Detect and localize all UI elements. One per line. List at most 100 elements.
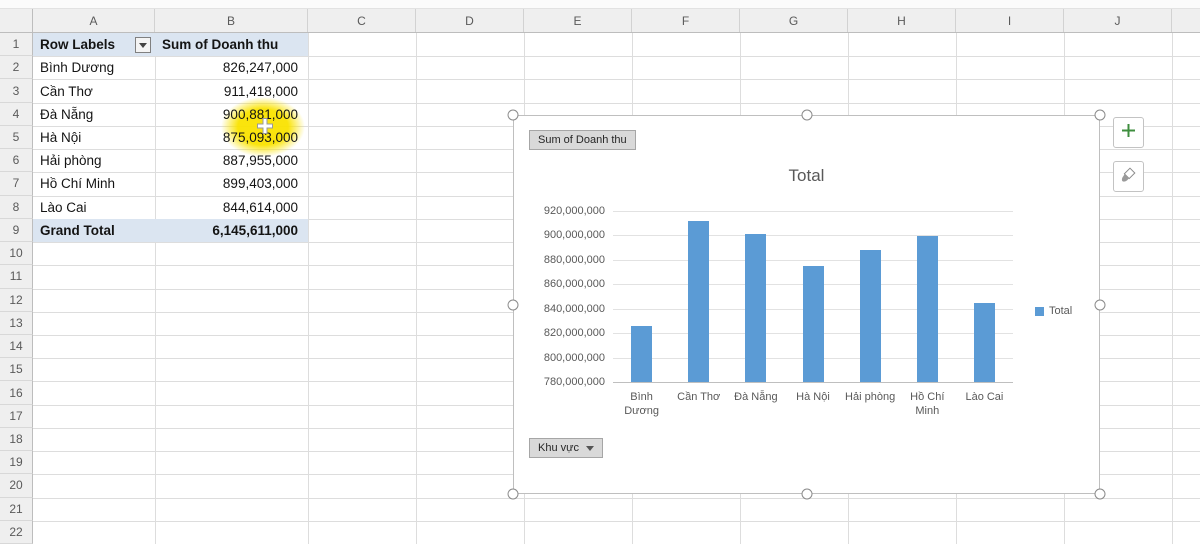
row-header-15[interactable]: 15 — [0, 358, 33, 382]
chart-gridline — [613, 211, 1013, 212]
cell-B3[interactable]: 911,418,000 — [155, 79, 308, 102]
cell-B1-values-header[interactable]: Sum of Doanh thu — [155, 33, 308, 56]
row-labels-filter-button[interactable] — [135, 37, 151, 53]
value-field-label: Sum of Doanh thu — [538, 134, 627, 146]
cell-B8[interactable]: 844,614,000 — [155, 196, 308, 219]
chart-styles-button[interactable] — [1113, 161, 1144, 192]
cell-A2[interactable]: Bình Dương — [33, 56, 155, 79]
selection-handle[interactable] — [1094, 488, 1106, 500]
select-all-corner[interactable] — [0, 9, 33, 32]
row-header-1[interactable]: 1 — [0, 33, 33, 57]
row-header-19[interactable]: 19 — [0, 451, 33, 475]
cell-A3[interactable]: Cần Thơ — [33, 79, 155, 102]
selection-handle[interactable] — [801, 109, 812, 121]
row-header-5[interactable]: 5 — [0, 125, 33, 150]
row-header-18[interactable]: 18 — [0, 427, 33, 452]
cell-B4[interactable]: 900,881,000 — [155, 103, 308, 126]
row-header-2[interactable]: 2 — [0, 56, 33, 80]
excel-worksheet: ABCDEFGHIJ Sum of Doanh thu Total Total … — [0, 0, 1200, 544]
cell-A9-grand-total[interactable]: Grand Total — [33, 219, 155, 242]
row-header-4[interactable]: 4 — [0, 102, 33, 126]
cell-B6[interactable]: 887,955,000 — [155, 149, 308, 172]
gridline — [308, 33, 309, 544]
bar-Hồ Chí Minh[interactable] — [916, 236, 938, 382]
cell-A4[interactable]: Đà Nẵng — [33, 103, 155, 126]
column-header-F[interactable]: F — [632, 9, 740, 32]
column-header-E[interactable]: E — [524, 9, 632, 32]
plus-icon — [1120, 122, 1137, 144]
filter-arrow-icon — [139, 42, 147, 48]
selection-handle[interactable] — [1094, 299, 1106, 310]
selection-handle[interactable] — [507, 299, 519, 310]
x-axis-label: Hồ Chí Minh — [910, 391, 945, 418]
cell-cursor-icon — [256, 117, 274, 140]
pivot-chart[interactable]: Sum of Doanh thu Total Total Khu vực 780… — [513, 115, 1100, 494]
chart-gridline — [613, 382, 1013, 383]
row-header-20[interactable]: 20 — [0, 474, 33, 498]
x-axis-label: Đà Nẵng — [734, 391, 778, 403]
row-header-12[interactable]: 12 — [0, 288, 33, 312]
dropdown-arrow-icon — [586, 445, 594, 451]
paintbrush-icon — [1120, 166, 1137, 188]
bar-Hà Nội[interactable] — [802, 265, 824, 382]
bar-Cần Thơ[interactable] — [688, 221, 710, 382]
x-axis-label: Cần Thơ — [677, 391, 721, 403]
selection-handle[interactable] — [801, 488, 812, 500]
column-header-H[interactable]: H — [848, 9, 956, 32]
cell-A5[interactable]: Hà Nội — [33, 126, 155, 149]
cell-B9-grand-total[interactable]: 6,145,611,000 — [155, 219, 308, 242]
cell-A6[interactable]: Hải phòng — [33, 149, 155, 172]
column-headers: ABCDEFGHIJ — [0, 9, 1200, 33]
value-field-button[interactable]: Sum of Doanh thu — [529, 130, 636, 150]
selection-handle[interactable] — [507, 488, 519, 500]
column-header-I[interactable]: I — [956, 9, 1064, 32]
row-header-22[interactable]: 22 — [0, 520, 33, 544]
column-header-G[interactable]: G — [740, 9, 848, 32]
column-header-stub — [1172, 9, 1200, 32]
selection-handle[interactable] — [1094, 109, 1106, 121]
bar-Hải phòng[interactable] — [859, 250, 881, 382]
column-header-A[interactable]: A — [33, 9, 155, 32]
legend-label: Total — [1049, 305, 1073, 317]
bar-Bình Dương[interactable] — [631, 325, 653, 382]
axis-field-button[interactable]: Khu vực — [529, 438, 603, 458]
cell-A7[interactable]: Hồ Chí Minh — [33, 172, 155, 195]
y-axis-label: 920,000,000 — [543, 205, 605, 217]
selection-handle[interactable] — [507, 109, 519, 121]
cell-B5[interactable]: 875,093,000 — [155, 126, 308, 149]
bar-Đà Nẵng[interactable] — [745, 234, 767, 382]
column-header-J[interactable]: J — [1064, 9, 1172, 32]
cell-B2[interactable]: 826,247,000 — [155, 56, 308, 79]
row-header-11[interactable]: 11 — [0, 265, 33, 289]
row-header-6[interactable]: 6 — [0, 149, 33, 173]
row-header-16[interactable]: 16 — [0, 381, 33, 405]
cell-B7[interactable]: 899,403,000 — [155, 172, 308, 195]
gridline — [416, 33, 417, 544]
x-axis-label: Hải phòng — [845, 391, 896, 403]
chart-elements-button[interactable] — [1113, 117, 1144, 148]
chart-title[interactable]: Total — [514, 166, 1099, 186]
column-header-D[interactable]: D — [416, 9, 524, 32]
bar-Lào Cai[interactable] — [973, 303, 995, 382]
y-axis-label: 800,000,000 — [543, 351, 605, 364]
row-header-7[interactable]: 7 — [0, 172, 33, 196]
gridline — [1172, 33, 1173, 544]
row-header-14[interactable]: 14 — [0, 334, 33, 359]
row-header-3[interactable]: 3 — [0, 79, 33, 103]
row-header-13[interactable]: 13 — [0, 311, 33, 335]
y-axis-label: 860,000,000 — [543, 278, 605, 291]
cell-A8[interactable]: Lào Cai — [33, 196, 155, 219]
column-header-B[interactable]: B — [155, 9, 308, 32]
row-header-21[interactable]: 21 — [0, 497, 33, 521]
formula-bar-edge — [0, 0, 1200, 9]
chart-gridline — [613, 235, 1013, 237]
row-header-9[interactable]: 9 — [0, 218, 33, 243]
column-header-C[interactable]: C — [308, 9, 416, 32]
chart-legend[interactable]: Total — [1035, 305, 1072, 317]
row-header-10[interactable]: 10 — [0, 242, 33, 266]
row-header-17[interactable]: 17 — [0, 404, 33, 428]
y-axis-label: 780,000,000 — [543, 376, 605, 388]
row-header-8[interactable]: 8 — [0, 195, 33, 219]
x-axis-label: Bình Dương — [624, 391, 659, 418]
chart-gridline — [613, 259, 1013, 261]
